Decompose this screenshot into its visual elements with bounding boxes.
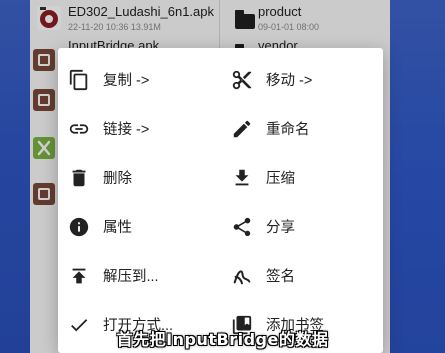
- menu-item-delete[interactable]: 删除: [58, 153, 220, 202]
- info-icon: [68, 216, 90, 238]
- menu-item-extract-to[interactable]: 解压到...: [58, 251, 220, 300]
- menu-item-label: 签名: [266, 269, 295, 285]
- menu-item-label: 解压到...: [103, 269, 159, 285]
- menu-item-copy[interactable]: 复制 ->: [58, 55, 220, 104]
- share-icon: [231, 216, 253, 238]
- link-icon: [68, 118, 90, 140]
- menu-item-label: 属性: [103, 220, 132, 236]
- file-context-menu: 复制 -> 移动 -> 链接 -> 重命名 删除 压缩 属性 分享 解压到...…: [58, 48, 383, 353]
- video-subtitle: 首先把InputBridge的数据: [116, 330, 329, 349]
- trash-icon: [68, 167, 90, 189]
- pencil-icon: [231, 118, 253, 140]
- menu-item-move[interactable]: 移动 ->: [220, 55, 382, 104]
- menu-item-label: 移动 ->: [266, 73, 313, 89]
- scissors-icon: [231, 69, 253, 91]
- copy-icon: [68, 69, 90, 91]
- download-icon: [231, 167, 253, 189]
- menu-item-label: 压缩: [266, 171, 295, 187]
- menu-item-label: 复制 ->: [103, 73, 150, 89]
- menu-item-link[interactable]: 链接 ->: [58, 104, 220, 153]
- menu-item-label: 链接 ->: [103, 122, 150, 138]
- menu-item-rename[interactable]: 重命名: [220, 104, 382, 153]
- menu-item-properties[interactable]: 属性: [58, 202, 220, 251]
- menu-item-label: 分享: [266, 220, 295, 236]
- menu-item-label: 重命名: [266, 122, 310, 138]
- menu-item-sign[interactable]: 签名: [220, 251, 382, 300]
- menu-item-share[interactable]: 分享: [220, 202, 382, 251]
- signature-icon: [231, 265, 253, 287]
- upload-icon: [68, 265, 90, 287]
- menu-item-label: 删除: [103, 171, 132, 187]
- menu-item-compress[interactable]: 压缩: [220, 153, 382, 202]
